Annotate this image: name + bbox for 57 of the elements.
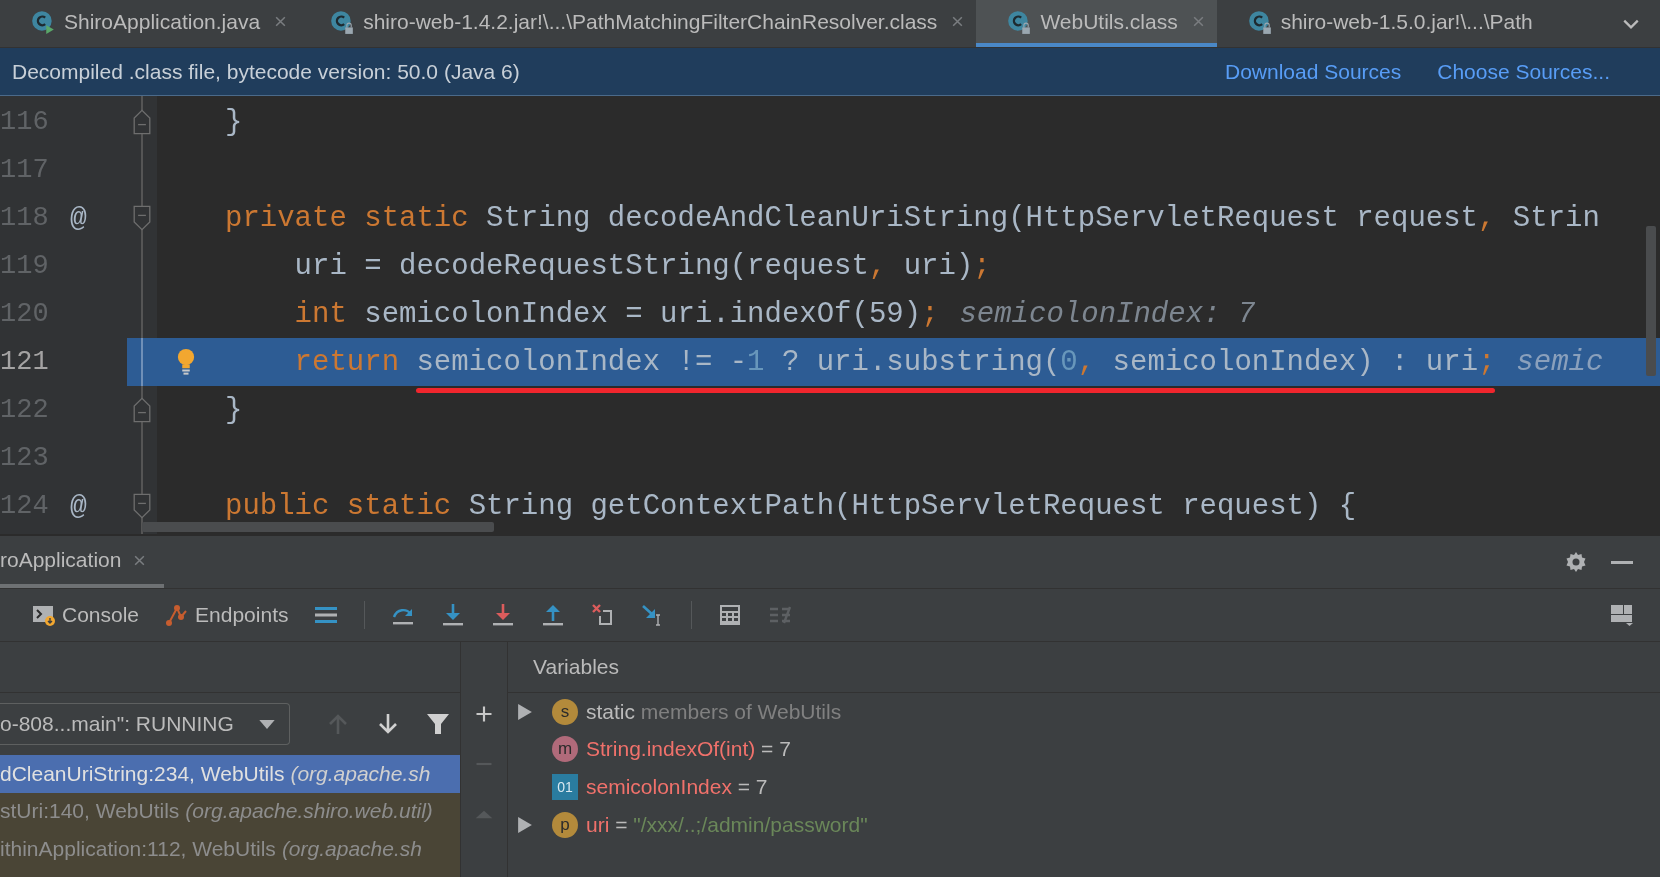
stack-frame[interactable]: stUri:140, WebUtils (org.apache.shiro.web.util) [0,792,460,830]
variable-kind-icon: 01 [552,774,578,800]
variable-kind-icon: s [552,698,578,725]
console-tab[interactable]: Console [32,603,140,627]
editor-tab[interactable]: shiro-web-1.5.0.jar!\...\Path [1216,0,1545,47]
annotation-marker[interactable]: @ [70,202,87,234]
code-text: } [225,393,243,427]
close-icon[interactable] [133,553,147,567]
class-run-icon [30,8,56,35]
variables-title: Variables [533,655,619,679]
variable-kind-icon: m [552,736,578,763]
banner-link[interactable]: Choose Sources... [1437,59,1610,84]
variable-entry[interactable]: String.indexOf(int) = 7 [586,737,791,762]
banner-link[interactable]: Download Sources [1224,59,1402,84]
thread-dropdown[interactable]: o-808...main": RUNNING [0,703,290,745]
variable-kind-icon: p [552,811,578,838]
caret-icon [259,718,275,730]
code-text: int semicolonIndex = uri.indexOf(59); semicolonIndex: 7 [293,297,1256,331]
calculator-icon[interactable] [718,603,743,627]
close-icon[interactable] [951,15,965,28]
stack-frame[interactable]: ithinApplication:112, WebUtils (org.apache.sh [0,830,460,868]
variable-entry[interactable]: uri = "/xxx/..;/admin/password" [586,812,868,837]
stack-frame[interactable]: dCleanUriString:234, WebUtils (org.apache.sh [0,755,460,793]
code-text: uri = decodeRequestString(request, uri); [293,249,991,283]
variable-entry[interactable]: static members of WebUtils [586,699,842,724]
class-lock-icon [329,8,356,35]
filter-icon[interactable] [426,712,450,736]
expand-triangle-icon[interactable] [518,703,532,720]
expand-triangle-icon[interactable] [518,816,532,833]
endpoints-icon [165,603,190,627]
editor-tab[interactable]: ShiroApplication.java [0,0,300,47]
endpoints-tab[interactable]: Endpoints [165,603,289,627]
close-icon[interactable] [274,15,288,28]
arrow-down-icon[interactable] [376,712,400,736]
class-lock-icon [1246,8,1273,35]
debug-session-tab[interactable]: roApplication [0,536,165,588]
banner-text: Decompiled .class file, bytecode version: 50.0 (Java 6) [12,59,520,84]
add-icon[interactable] [474,704,494,724]
force-step-into-icon[interactable] [491,603,516,627]
settings-icon[interactable] [1564,550,1588,574]
annotation-marker[interactable]: @ [70,490,87,522]
editor-tab[interactable]: WebUtils.class [976,0,1217,47]
vertical-scrollbar[interactable] [1646,226,1656,376]
lightbulb-icon[interactable] [176,348,196,376]
step-into-icon[interactable] [441,603,466,627]
horizontal-scrollbar[interactable] [142,522,494,532]
code-text: } [225,105,243,139]
layout-icon[interactable] [1610,603,1634,627]
code-text: return semicolonIndex != -1 ? uri.substring(0, semicolonIndex) : uri; semic [225,345,1604,379]
step-out-icon[interactable] [541,603,566,627]
line-number: 121 [0,346,50,379]
code-text: private static String decodeAndCleanUriString(HttpServletRequest request, Strin [225,201,1600,235]
console-icon [32,603,56,627]
variable-entry[interactable]: semicolonIndex = 7 [586,775,768,799]
editor-tab[interactable]: shiro-web-1.4.2.jar!\...\PathMatchingFilterChainResolver.class [299,0,977,47]
class-lock-icon [1006,8,1033,35]
code-text: public static String getContextPath(HttpServletRequest request) { [225,489,1357,523]
